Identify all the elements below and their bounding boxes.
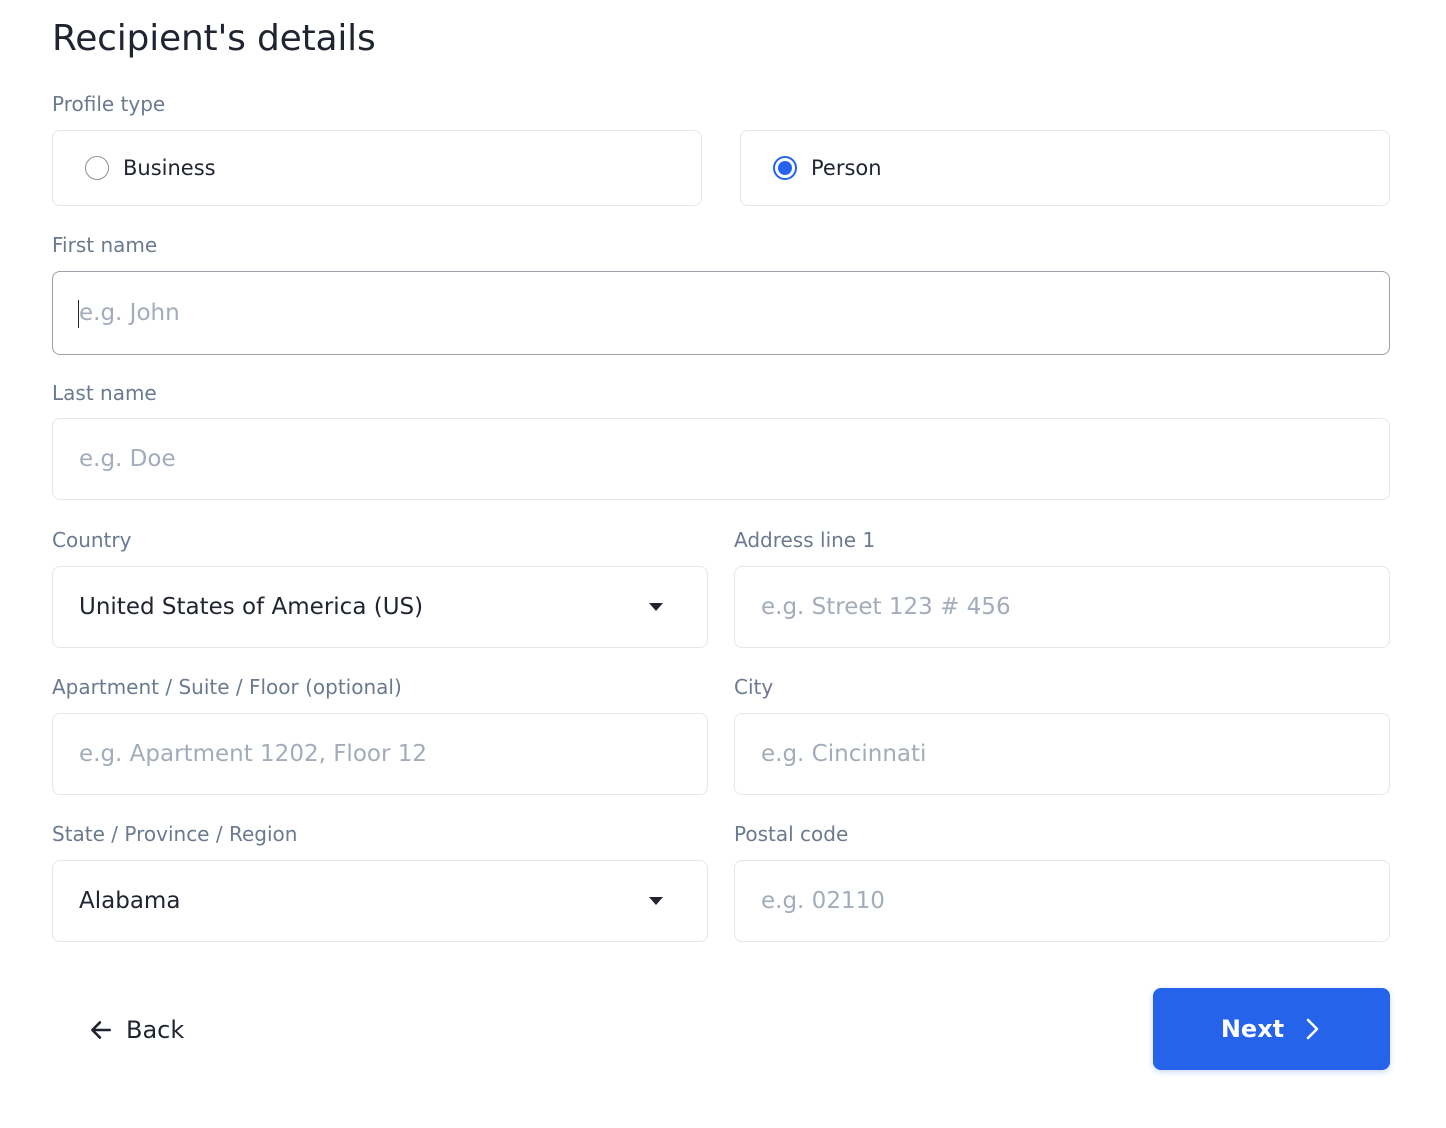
city-field (734, 713, 1390, 795)
state-select[interactable]: Alabama (52, 860, 708, 942)
next-button[interactable]: Next (1153, 988, 1390, 1070)
country-select-value: United States of America (US) (79, 594, 424, 620)
next-button-label: Next (1220, 1015, 1285, 1043)
business-radio[interactable] (85, 156, 109, 180)
country-select[interactable]: United States of America (US) (52, 566, 708, 648)
arrow-left-icon (91, 1021, 111, 1039)
person-radio[interactable] (773, 156, 797, 180)
apartment-field (52, 713, 708, 795)
last-name-input[interactable] (53, 419, 1389, 499)
address-line-1-field (734, 566, 1390, 648)
caret-down-icon (649, 897, 663, 905)
radio-selected-dot (778, 161, 792, 175)
person-radio-label: Person (811, 156, 882, 180)
last-name-field (52, 418, 1390, 500)
profile-type-person-option[interactable]: Person (740, 130, 1390, 206)
text-cursor (78, 300, 79, 328)
business-radio-label: Business (123, 156, 216, 180)
state-select-value: Alabama (79, 888, 181, 914)
last-name-label: Last name (52, 381, 157, 405)
page-title: Recipient's details (52, 18, 376, 59)
first-name-field (52, 271, 1390, 355)
profile-type-label: Profile type (52, 92, 166, 116)
city-label: City (734, 675, 774, 699)
city-input[interactable] (735, 714, 1389, 794)
state-label: State / Province / Region (52, 822, 298, 846)
first-name-label: First name (52, 233, 158, 257)
first-name-input[interactable] (53, 272, 1389, 354)
postal-code-label: Postal code (734, 822, 849, 846)
country-label: Country (52, 528, 132, 552)
apartment-input[interactable] (53, 714, 707, 794)
chevron-right-icon (1306, 1018, 1319, 1040)
back-button-label: Back (126, 1016, 185, 1044)
back-button[interactable]: Back (88, 1000, 184, 1060)
address-line-1-input[interactable] (735, 567, 1389, 647)
profile-type-business-option[interactable]: Business (52, 130, 702, 206)
caret-down-icon (649, 603, 663, 611)
apartment-label: Apartment / Suite / Floor (optional) (52, 675, 402, 699)
postal-code-field (734, 860, 1390, 942)
postal-code-input[interactable] (735, 861, 1389, 941)
address-line-1-label: Address line 1 (734, 528, 876, 552)
